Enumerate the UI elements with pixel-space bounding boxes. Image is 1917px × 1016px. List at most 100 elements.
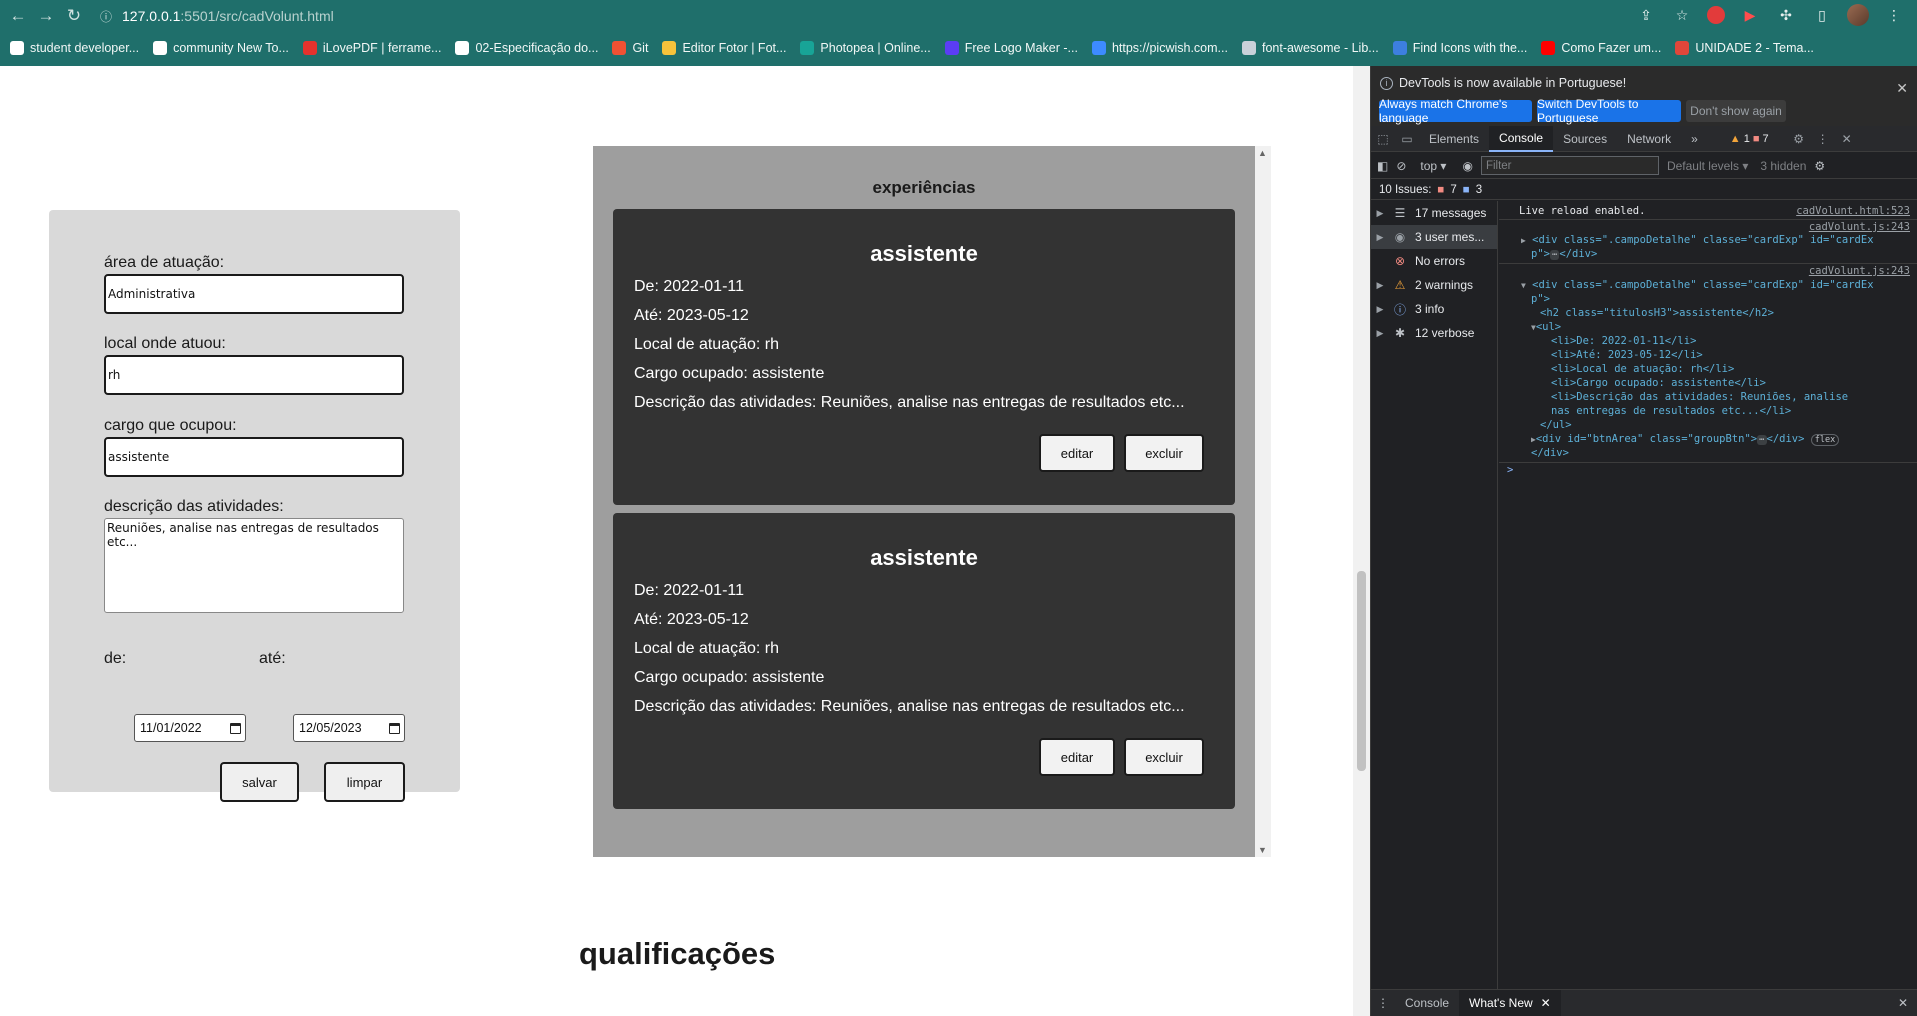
source-link[interactable]: cadVolunt.js:243 xyxy=(1809,265,1910,277)
editar-button[interactable]: editar xyxy=(1039,434,1115,472)
experiences-scrollbar[interactable]: ▲ ▼ xyxy=(1255,146,1271,857)
gear-icon[interactable]: ⚙ xyxy=(1787,132,1811,146)
scroll-down-icon[interactable]: ▼ xyxy=(1258,845,1267,855)
limpar-button[interactable]: limpar xyxy=(324,762,405,802)
share-icon[interactable]: ⇪ xyxy=(1635,4,1657,26)
console-log-collapsed[interactable]: ▶ <div class=".campoDetalhe" classe="car… xyxy=(1521,234,1917,246)
filter-input[interactable]: Filter xyxy=(1480,156,1659,175)
calendar-icon[interactable] xyxy=(230,722,241,734)
log-line: <li>Local de atuação: rh</li> xyxy=(1551,363,1735,375)
bookmark-favicon-icon xyxy=(1541,41,1556,55)
bookmark-item[interactable]: community New To... xyxy=(153,41,289,55)
area-input[interactable]: Administrativa xyxy=(104,274,404,314)
log-line: <div class=".campoDetalhe" classe="cardE… xyxy=(1532,279,1874,291)
address-bar[interactable]: ⓘ 127.0.0.1:5501/src/cadVolunt.html xyxy=(100,8,334,25)
tab-network[interactable]: Network xyxy=(1617,126,1681,152)
close-icon[interactable]: ✕ xyxy=(1835,132,1859,146)
bookmark-item[interactable]: Editor Fotor | Fot... xyxy=(662,41,786,55)
clear-console-icon[interactable]: ⊘ xyxy=(1396,159,1406,173)
source-link[interactable]: cadVolunt.html:523 xyxy=(1796,205,1910,217)
close-icon[interactable]: ✕ xyxy=(1541,996,1551,1010)
source-link[interactable]: cadVolunt.js:243 xyxy=(1809,221,1910,233)
device-toolbar-icon[interactable]: ▭ xyxy=(1395,132,1419,146)
local-input[interactable]: rh xyxy=(104,355,404,395)
salvar-button[interactable]: salvar xyxy=(220,762,299,802)
expand-icon[interactable]: ▶ xyxy=(1371,328,1389,339)
menu-icon[interactable]: ⋮ xyxy=(1811,132,1835,146)
avatar[interactable] xyxy=(1847,4,1869,26)
card-cargo: Cargo ocupado: assistente xyxy=(634,669,825,686)
reload-icon[interactable]: ↻ xyxy=(60,2,88,30)
bookmark-item[interactable]: Git xyxy=(612,41,648,55)
bookmark-item[interactable]: https://picwish.com... xyxy=(1091,41,1228,55)
console-sidebar-item[interactable]: ▶ ◉ 3 user mes... xyxy=(1371,225,1497,249)
sidepanel-icon[interactable]: ▯ xyxy=(1811,4,1833,26)
drawer-tab-console[interactable]: Console xyxy=(1395,990,1459,1016)
star-icon[interactable]: ☆ xyxy=(1671,4,1693,26)
console-sidebar-item[interactable]: ▶ ⚠ 2 warnings xyxy=(1371,273,1497,297)
tab-elements[interactable]: Elements xyxy=(1419,126,1489,152)
site-info-icon[interactable]: ⓘ xyxy=(100,8,112,25)
descricao-textarea[interactable]: Reuniões, analise nas entregas de result… xyxy=(104,518,404,613)
back-icon[interactable]: ← xyxy=(4,2,32,30)
bookmark-item[interactable]: Find Icons with the... xyxy=(1392,41,1527,55)
issues-bar[interactable]: 10 Issues: ■ 7 ■ 3 xyxy=(1371,180,1917,200)
bookmark-item[interactable]: Free Logo Maker -... xyxy=(944,41,1078,55)
console-prompt[interactable]: > xyxy=(1507,464,1917,476)
calendar-icon[interactable] xyxy=(389,722,400,734)
experiences-panel[interactable]: experiências assistente De: 2022-01-11 A… xyxy=(593,146,1255,857)
levels-select[interactable]: Default levels ▾ xyxy=(1667,159,1748,173)
bookmark-favicon-icon xyxy=(944,41,959,55)
flex-badge[interactable]: flex xyxy=(1810,434,1840,446)
scrollbar-thumb[interactable] xyxy=(1357,571,1366,771)
scroll-up-icon[interactable]: ▲ xyxy=(1258,148,1267,158)
excluir-button[interactable]: excluir xyxy=(1124,738,1204,776)
console-settings-icon[interactable]: ⚙ xyxy=(1814,159,1825,173)
close-icon[interactable]: ✕ xyxy=(1896,80,1908,97)
dont-show-button[interactable]: Don't show again xyxy=(1686,100,1786,122)
forward-icon[interactable]: → xyxy=(32,2,60,30)
ate-date-input[interactable]: 12/05/2023 xyxy=(293,714,405,742)
eye-icon[interactable]: ◉ xyxy=(1462,159,1472,173)
tab-console[interactable]: Console xyxy=(1489,125,1554,152)
bookmark-item[interactable]: iLovePDF | ferrame... xyxy=(302,41,441,55)
warning-count: 1 xyxy=(1743,132,1750,145)
expand-icon[interactable]: ▶ xyxy=(1371,280,1389,291)
console-sidebar-item[interactable]: ▶ ✱ 12 verbose xyxy=(1371,321,1497,345)
expand-icon[interactable]: ▶ xyxy=(1371,304,1389,315)
ellipsis-icon[interactable]: ⋯ xyxy=(1757,435,1767,445)
bookmark-item[interactable]: font-awesome - Lib... xyxy=(1241,41,1379,55)
match-language-button[interactable]: Always match Chrome's language xyxy=(1379,97,1532,125)
bookmark-item[interactable]: 02-Especificação do... xyxy=(455,41,598,55)
expand-icon[interactable]: ▶ xyxy=(1371,232,1389,243)
bookmark-item[interactable]: UNIDADE 2 - Tema... xyxy=(1675,41,1814,55)
warnings-badge[interactable]: ▲ 1 ■ 7 xyxy=(1730,133,1769,145)
console-log-expanded[interactable]: ▼ <div class=".campoDetalhe" classe="car… xyxy=(1521,279,1917,291)
puzzle-icon[interactable]: ✣ xyxy=(1775,4,1797,26)
extension-icon[interactable] xyxy=(1707,6,1725,24)
editar-button[interactable]: editar xyxy=(1039,738,1115,776)
bookmark-item[interactable]: Como Fazer um... xyxy=(1541,41,1661,55)
drawer-menu-icon[interactable]: ⋮ xyxy=(1371,996,1395,1010)
de-date-input[interactable]: 11/01/2022 xyxy=(134,714,246,742)
context-select[interactable]: top ▾ xyxy=(1420,159,1446,173)
ellipsis-icon[interactable]: ⋯ xyxy=(1549,250,1560,260)
inspect-icon[interactable]: ⬚ xyxy=(1371,132,1395,146)
switch-language-button[interactable]: Switch DevTools to Portuguese xyxy=(1537,97,1681,125)
console-sidebar-item[interactable]: ▶ ☰ 17 messages xyxy=(1371,201,1497,225)
console-sidebar-item[interactable]: ⊗ No errors xyxy=(1371,249,1497,273)
sidebar-toggle-icon[interactable]: ◧ xyxy=(1377,159,1388,173)
more-tabs-icon[interactable]: » xyxy=(1681,126,1708,152)
close-drawer-icon[interactable]: ✕ xyxy=(1898,996,1908,1010)
bookmark-item[interactable]: Photopea | Online... xyxy=(800,41,931,55)
bookmark-item[interactable]: student developer... xyxy=(10,41,139,55)
expand-icon[interactable]: ▶ xyxy=(1371,208,1389,219)
console-sidebar-item[interactable]: ▶ ⓘ 3 info xyxy=(1371,297,1497,321)
page-scrollbar[interactable] xyxy=(1353,66,1370,1016)
video-extension-icon[interactable]: ▶ xyxy=(1739,4,1761,26)
drawer-tab-whats-new[interactable]: What's New ✕ xyxy=(1459,989,1561,1016)
excluir-button[interactable]: excluir xyxy=(1124,434,1204,472)
cargo-input[interactable]: assistente xyxy=(104,437,404,477)
menu-icon[interactable]: ⋮ xyxy=(1883,4,1905,26)
tab-sources[interactable]: Sources xyxy=(1553,126,1617,152)
